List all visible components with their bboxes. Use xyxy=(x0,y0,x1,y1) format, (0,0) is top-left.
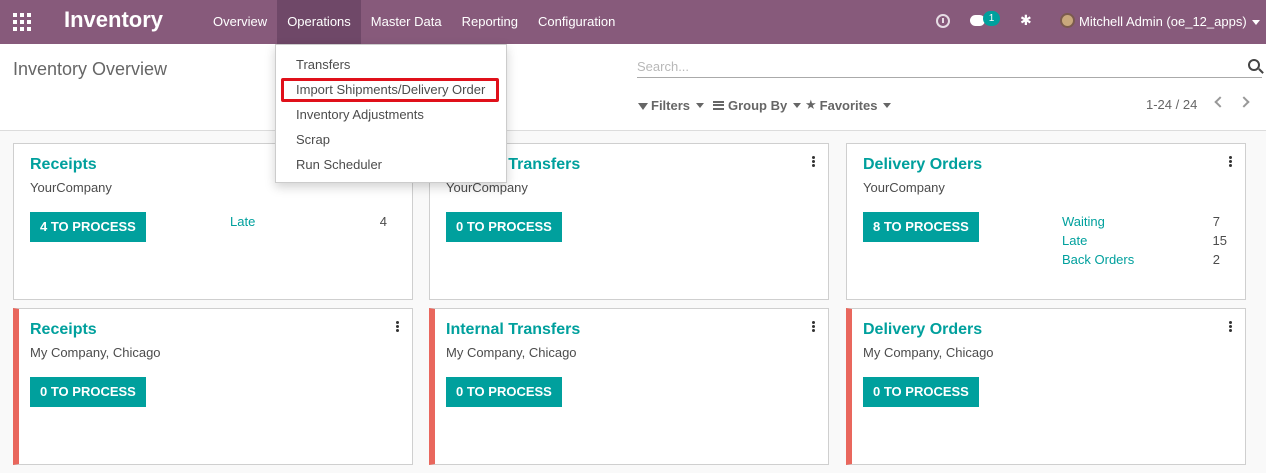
app-brand[interactable]: Inventory xyxy=(64,7,163,33)
filter-funnel-icon xyxy=(638,102,648,110)
chevron-down-icon[interactable] xyxy=(1252,20,1260,25)
card-receipts-chicago: Receipts My Company, Chicago 0 TO PROCES… xyxy=(13,308,413,465)
card-company: YourCompany xyxy=(30,180,112,195)
menu-reporting[interactable]: Reporting xyxy=(452,0,528,44)
card-company: My Company, Chicago xyxy=(446,345,577,360)
card-title[interactable]: Receipts xyxy=(30,156,97,174)
menu-item-scrap[interactable]: Scrap xyxy=(296,132,330,147)
card-menu-dots-icon[interactable] xyxy=(1229,156,1232,167)
stat-waiting-label[interactable]: Waiting xyxy=(1062,214,1105,229)
operations-dropdown-menu: Transfers Import Shipments/Delivery Orde… xyxy=(275,44,507,183)
chevron-down-icon xyxy=(696,102,705,108)
card-company: My Company, Chicago xyxy=(30,345,161,360)
card-title[interactable]: Delivery Orders xyxy=(863,156,982,174)
to-process-button[interactable]: 8 TO PROCESS xyxy=(863,212,979,242)
card-title[interactable]: Receipts xyxy=(30,321,97,339)
card-delivery-orders-yourcompany: Delivery Orders YourCompany 8 TO PROCESS… xyxy=(846,143,1246,300)
activity-clock-icon[interactable] xyxy=(936,14,950,28)
search-input[interactable] xyxy=(637,56,1237,76)
favorites-button[interactable]: ★ Favorites xyxy=(805,97,892,113)
stat-late-label[interactable]: Late xyxy=(230,214,255,229)
chevron-down-icon xyxy=(883,102,892,108)
search-box xyxy=(637,56,1262,78)
card-delivery-orders-chicago: Delivery Orders My Company, Chicago 0 TO… xyxy=(846,308,1246,465)
pager-prev-icon[interactable] xyxy=(1214,96,1226,108)
to-process-button[interactable]: 0 TO PROCESS xyxy=(863,377,979,407)
bars-icon xyxy=(713,100,724,110)
pager-value[interactable]: 1-24 / 24 xyxy=(1146,97,1197,112)
card-title[interactable]: Delivery Orders xyxy=(863,321,982,339)
card-menu-dots-icon[interactable] xyxy=(812,321,815,332)
chat-badge: 1 xyxy=(983,11,1000,26)
group-by-button[interactable]: Group By xyxy=(713,97,802,113)
apps-grid-icon[interactable] xyxy=(13,13,31,31)
user-menu[interactable]: Mitchell Admin (oe_12_apps) xyxy=(1079,0,1247,44)
to-process-button[interactable]: 0 TO PROCESS xyxy=(446,212,562,242)
card-company: YourCompany xyxy=(863,180,945,195)
avatar[interactable] xyxy=(1060,13,1075,28)
main-menu: Overview Operations Master Data Reportin… xyxy=(203,0,625,44)
card-menu-dots-icon[interactable] xyxy=(812,156,815,167)
menu-operations[interactable]: Operations xyxy=(277,0,361,44)
star-icon: ★ xyxy=(805,97,817,112)
filters-button[interactable]: Filters xyxy=(638,97,705,113)
breadcrumb: Inventory Overview xyxy=(13,59,168,79)
card-company: My Company, Chicago xyxy=(863,345,994,360)
card-title[interactable]: Internal Transfers xyxy=(446,321,580,339)
to-process-button[interactable]: 0 TO PROCESS xyxy=(30,377,146,407)
card-menu-dots-icon[interactable] xyxy=(396,321,399,332)
chevron-down-icon xyxy=(793,102,802,108)
debug-bug-icon[interactable]: ✱ xyxy=(1020,12,1032,29)
stat-waiting-value: 7 xyxy=(1212,214,1220,229)
menu-master-data[interactable]: Master Data xyxy=(361,0,452,44)
pager-next-icon[interactable] xyxy=(1238,96,1250,108)
to-process-button[interactable]: 0 TO PROCESS xyxy=(446,377,562,407)
menu-item-inventory-adjustments[interactable]: Inventory Adjustments xyxy=(296,107,424,122)
filters-label: Filters xyxy=(651,97,691,113)
stat-back-orders-value: 2 xyxy=(1212,252,1220,267)
stat-late-value: 4 xyxy=(379,214,387,229)
control-panel: Inventory Overview Filters Group By ★ Fa… xyxy=(0,44,1266,131)
menu-overview[interactable]: Overview xyxy=(203,0,277,44)
menu-item-import-shipments[interactable]: Import Shipments/Delivery Order xyxy=(296,82,485,97)
stat-back-orders-label[interactable]: Back Orders xyxy=(1062,252,1134,267)
group-by-label: Group By xyxy=(728,97,788,113)
stat-late-label[interactable]: Late xyxy=(1062,233,1087,248)
top-navbar: Inventory Overview Operations Master Dat… xyxy=(0,0,1266,44)
card-menu-dots-icon[interactable] xyxy=(1229,321,1232,332)
menu-item-transfers[interactable]: Transfers xyxy=(296,57,350,72)
favorites-label: Favorites xyxy=(819,97,878,113)
search-icon[interactable] xyxy=(1248,59,1260,71)
card-internal-transfers-chicago: Internal Transfers My Company, Chicago 0… xyxy=(429,308,829,465)
stat-late-value: 15 xyxy=(1212,233,1227,248)
to-process-button[interactable]: 4 TO PROCESS xyxy=(30,212,146,242)
menu-item-run-scheduler[interactable]: Run Scheduler xyxy=(296,157,382,172)
menu-configuration[interactable]: Configuration xyxy=(528,0,625,44)
